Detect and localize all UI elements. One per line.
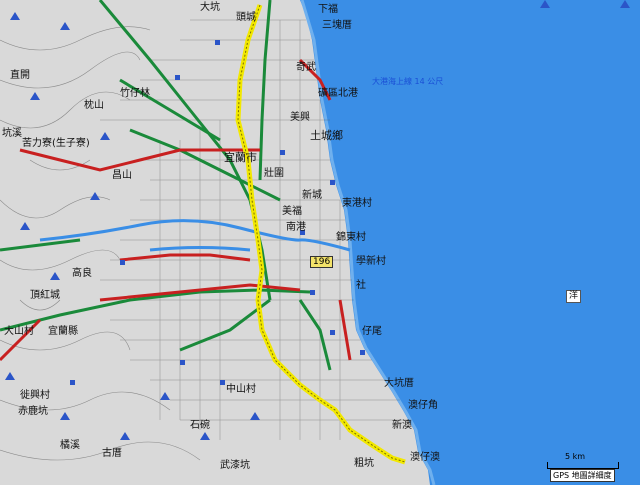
place-label: 中山村 bbox=[226, 384, 256, 395]
place-label: 美福 bbox=[282, 206, 302, 217]
sea-label: 洋 bbox=[566, 290, 582, 303]
sea-route-label: 大港海上線 14 公尺 bbox=[372, 77, 444, 86]
place-label: 奇武 bbox=[296, 62, 316, 73]
place-label: 橘溪 bbox=[60, 440, 80, 451]
place-label: 壯圍 bbox=[264, 168, 284, 179]
place-label: 宜蘭縣 bbox=[48, 326, 78, 337]
place-label: 苦力寮(生子寮) bbox=[22, 138, 90, 149]
place-label: 澳仔角 bbox=[408, 400, 438, 411]
place-label: 美興 bbox=[290, 112, 310, 123]
place-label: 社 bbox=[356, 280, 366, 291]
place-label: 石碗 bbox=[190, 420, 210, 431]
place-label: 高良 bbox=[72, 268, 92, 279]
place-label: 三塊厝 bbox=[322, 20, 352, 31]
place-label: 澳仔澳 bbox=[410, 452, 440, 463]
place-label: 竹仔林 bbox=[120, 88, 150, 99]
place-label: 枕山 bbox=[84, 100, 104, 111]
scale-label: 5 km bbox=[565, 452, 586, 461]
place-label: 昌山 bbox=[112, 170, 132, 181]
map-credit: GPS 地圖詳細度 bbox=[550, 469, 615, 482]
place-label: 礦區北港 bbox=[318, 88, 358, 99]
place-label: 頂紅城 bbox=[30, 290, 60, 301]
place-label: 錦東村 bbox=[336, 232, 366, 243]
place-label: 粗坑 bbox=[354, 458, 374, 469]
place-label: 新城 bbox=[302, 190, 322, 201]
place-label: 東港村 bbox=[342, 198, 372, 209]
place-label: 南港 bbox=[286, 222, 306, 233]
map-graphics bbox=[0, 0, 640, 485]
place-label: 新澳 bbox=[392, 420, 412, 431]
place-label: 古厝 bbox=[102, 448, 122, 459]
city-label: 宜蘭市 bbox=[224, 151, 257, 164]
township-label: 土城鄉 bbox=[310, 129, 343, 142]
place-label: 赤鹿坑 bbox=[18, 406, 48, 417]
map-canvas[interactable]: 大坑 下福 三塊厝 奇武 大港海上線 14 公尺 礦區北港 美興 土城鄉 新城 … bbox=[0, 0, 640, 485]
scale-line bbox=[547, 462, 619, 469]
place-label: 下福 bbox=[318, 4, 338, 15]
place-label: 頭城 bbox=[236, 12, 256, 23]
place-label: 武漆坑 bbox=[220, 460, 250, 471]
place-label: 大坑厝 bbox=[384, 378, 414, 389]
place-label: 大山村 bbox=[4, 326, 34, 337]
highway-shield: 196 bbox=[310, 256, 334, 268]
place-label: 大坑 bbox=[200, 2, 220, 13]
place-label: 直開 bbox=[10, 70, 30, 81]
place-label: 徙興村 bbox=[20, 390, 50, 401]
place-label: 坑溪 bbox=[2, 128, 22, 139]
place-label: 仔尾 bbox=[362, 326, 382, 337]
place-label: 學新村 bbox=[356, 256, 386, 267]
